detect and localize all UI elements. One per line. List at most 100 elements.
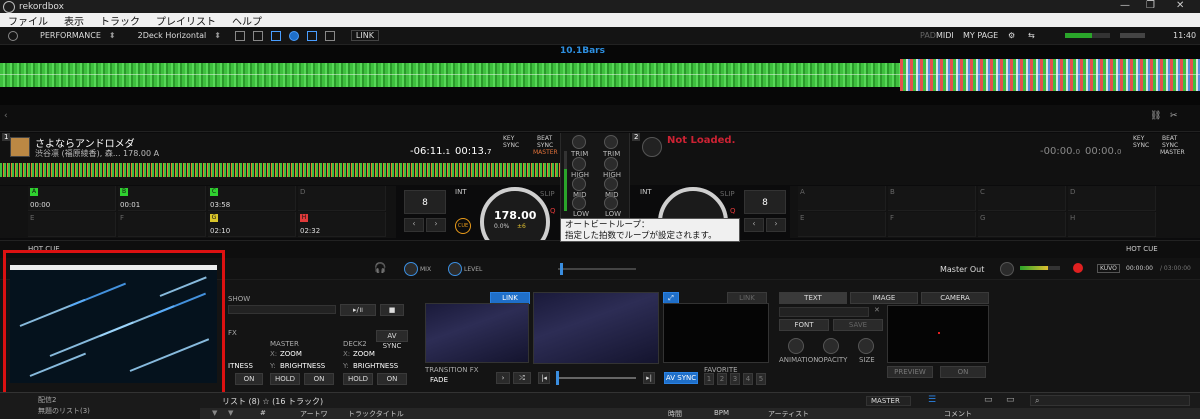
deck-2-hot-cue-pad-a[interactable]: A <box>798 186 886 211</box>
my-page-button[interactable]: MY PAGE <box>963 31 998 40</box>
mid-knob-2[interactable] <box>604 177 618 191</box>
high-knob-1[interactable] <box>572 157 586 171</box>
panel-view-icon[interactable]: ▭ <box>1006 395 1015 405</box>
column-bpm[interactable]: BPM <box>714 409 729 417</box>
deck-2-key-sync[interactable]: KEY SYNC <box>1133 135 1149 149</box>
tab-camera[interactable]: CAMERA <box>921 292 989 304</box>
deck-1-quantize[interactable]: Q <box>550 207 556 215</box>
text-clear-icon[interactable]: ✕ <box>874 306 880 314</box>
deck-1-loop-halve-icon[interactable]: ‹ <box>404 218 424 232</box>
deck-2-master[interactable]: MASTER <box>1160 149 1185 156</box>
master-zoom-select[interactable]: ZOOM <box>280 350 302 358</box>
mode-chevron-icon[interactable]: ⬍ <box>109 31 116 40</box>
master-brightness-select[interactable]: BRIGHTNESS <box>280 362 325 370</box>
deck2-brightness-select[interactable]: BRIGHTNESS <box>353 362 398 370</box>
deck-1-master[interactable]: MASTER <box>533 149 558 156</box>
favorite-3[interactable]: 3 <box>730 373 740 385</box>
rekordbox-icon[interactable] <box>8 30 18 41</box>
text-input[interactable] <box>779 307 869 317</box>
master-out-select[interactable]: Master Out <box>940 265 984 274</box>
tree-item-2[interactable]: 無題のリスト(3) <box>38 406 90 416</box>
favorite-4[interactable]: 4 <box>743 373 753 385</box>
deck-2-hot-cue-pad-g[interactable]: G <box>978 212 1066 237</box>
deck-2-beat-sync[interactable]: BEAT SYNC <box>1162 135 1178 149</box>
deck-1-beat-sync[interactable]: BEAT SYNC <box>537 135 553 149</box>
deck-2-loop-beats[interactable]: 8 <box>744 190 786 214</box>
hot-cue-pad-e[interactable]: E <box>28 212 116 237</box>
trim-knob-1[interactable] <box>572 135 586 149</box>
crossfader-position[interactable] <box>560 263 563 275</box>
hot-cue-pad-a[interactable]: A 00:00 <box>28 186 116 211</box>
deck-2-hot-cue-pad-e[interactable]: E <box>798 212 886 237</box>
tab-image[interactable]: IMAGE <box>850 292 918 304</box>
favorite-2[interactable]: 2 <box>717 373 727 385</box>
mixer-icon[interactable] <box>270 30 281 41</box>
deck1-on-button[interactable]: ON <box>235 373 263 385</box>
column-number[interactable]: # <box>260 409 266 417</box>
favorite-5[interactable]: 5 <box>756 373 766 385</box>
hot-cue-pad-h[interactable]: H 02:32 <box>298 212 386 237</box>
video-icon[interactable] <box>306 30 317 41</box>
deck-1-mini-waveform[interactable] <box>0 163 560 177</box>
deck-2-hot-cue-pad-f[interactable]: F <box>888 212 976 237</box>
cut-icon[interactable]: ✂ <box>1170 111 1178 121</box>
volume-slider[interactable] <box>1120 33 1145 38</box>
deck-2-hot-cue-label[interactable]: HOT CUE <box>1126 245 1158 253</box>
font-button[interactable]: FONT <box>779 319 829 331</box>
master-out-knob[interactable] <box>1000 262 1014 276</box>
mode-select[interactable]: PERFORMANCE <box>40 31 101 40</box>
settings-gear-icon[interactable]: ⚙ <box>1008 31 1015 40</box>
tab-text[interactable]: TEXT <box>779 292 847 304</box>
column-comment[interactable]: コメント <box>944 409 972 419</box>
hot-cue-pad-b[interactable]: B 00:01 <box>118 186 206 211</box>
deck-1-int[interactable]: INT <box>455 188 467 196</box>
column-title[interactable]: トラックタイトル <box>348 409 404 419</box>
trim-knob-2[interactable] <box>604 135 618 149</box>
save-button[interactable]: SAVE <box>833 319 883 331</box>
transition-prev-icon[interactable]: › <box>496 372 510 384</box>
low-knob-1[interactable] <box>572 196 586 210</box>
deck-1-slip[interactable]: SLIP <box>540 190 555 198</box>
high-knob-2[interactable] <box>604 157 618 171</box>
deck2-hold-button[interactable]: HOLD <box>343 373 373 385</box>
menu-track[interactable]: トラック <box>92 13 148 28</box>
deck2-zoom-select[interactable]: ZOOM <box>353 350 375 358</box>
menu-help[interactable]: ヘルプ <box>224 13 270 28</box>
maximize-icon[interactable]: ❐ <box>1146 0 1155 11</box>
hot-cue-pad-c[interactable]: C 03:58 <box>208 186 296 211</box>
deck2-on-button[interactable]: ON <box>377 373 407 385</box>
low-knob-2[interactable] <box>604 196 618 210</box>
mid-knob-1[interactable] <box>572 177 586 191</box>
master-select[interactable]: MASTER <box>866 396 911 406</box>
deck-2-hot-cue-pad-d[interactable]: D <box>1068 186 1156 211</box>
deck1-brightness-select[interactable]: ITNESS <box>228 362 253 370</box>
filter-icon[interactable]: ▼ <box>212 409 217 417</box>
master-hold-button[interactable]: HOLD <box>270 373 300 385</box>
layout-select[interactable]: 2Deck Horizontal <box>138 31 207 40</box>
favorite-1[interactable]: 1 <box>704 373 714 385</box>
menu-view[interactable]: 表示 <box>56 13 92 28</box>
deck-1-key-sync[interactable]: KEY SYNC <box>503 135 519 149</box>
headphone-level-knob[interactable] <box>448 262 462 276</box>
deck-2-hot-cue-pad-h[interactable]: H <box>1068 212 1156 237</box>
hot-cue-pad-g[interactable]: G 02:10 <box>208 212 296 237</box>
show-progress-bar[interactable] <box>228 305 336 314</box>
kuvo-button[interactable]: KUVO <box>1097 264 1120 273</box>
deck-1-loop-double-icon[interactable]: › <box>426 218 446 232</box>
deck-2-loop-double-icon[interactable]: › <box>766 218 786 232</box>
video-fader-left-icon[interactable]: |◂ <box>538 372 550 384</box>
deck-1-pitch-range[interactable]: ±6 <box>517 223 526 230</box>
deck-2-loop-halve-icon[interactable]: ‹ <box>744 218 764 232</box>
deck-2-hot-cue-pad-b[interactable]: B <box>888 186 976 211</box>
hot-cue-pad-d[interactable]: D <box>298 186 386 211</box>
deck-2-quantize[interactable]: Q <box>730 207 736 215</box>
video-crossfader-handle[interactable] <box>556 371 559 385</box>
preview-button[interactable]: PREVIEW <box>887 366 933 378</box>
menu-file[interactable]: ファイル <box>0 13 56 28</box>
tree-item-1[interactable]: 配信2 <box>38 395 56 405</box>
video-fader-right-icon[interactable]: ▸| <box>643 372 655 384</box>
fx-panel-icon[interactable] <box>234 30 245 41</box>
filter-icon-2[interactable]: ▼ <box>228 409 233 417</box>
deck-1-cue-button[interactable]: CUE <box>455 218 471 234</box>
text-on-button[interactable]: ON <box>940 366 986 378</box>
